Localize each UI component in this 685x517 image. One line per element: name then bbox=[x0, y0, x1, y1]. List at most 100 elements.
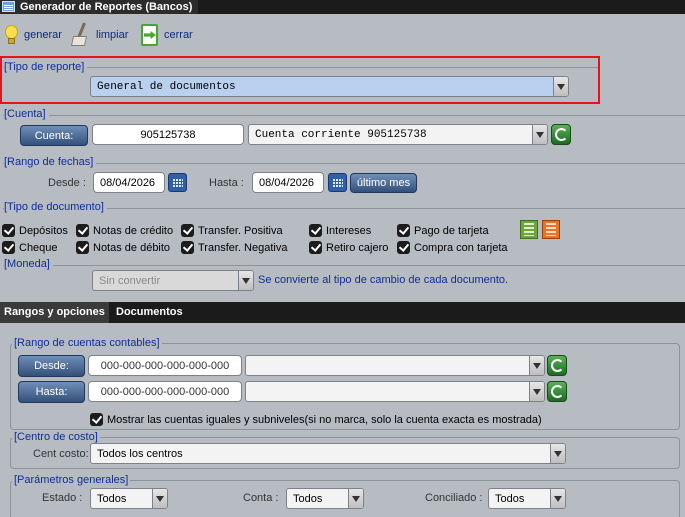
chk-notas-credito[interactable]: Notas de crédito bbox=[76, 224, 173, 237]
rango-cuentas-title: [Rango de cuentas contables] bbox=[12, 337, 162, 349]
chevron-down-icon bbox=[550, 489, 565, 508]
hasta-cuenta-select[interactable] bbox=[245, 381, 545, 402]
fechas-title: [Rango de fechas] bbox=[4, 156, 97, 168]
cuenta-number-input[interactable]: 905125738 bbox=[92, 124, 244, 145]
calendar-icon[interactable] bbox=[168, 173, 187, 192]
moneda-title: [Moneda] bbox=[4, 258, 53, 270]
conciliado-value: Todos bbox=[495, 492, 525, 505]
hasta-fecha-label: Hasta : bbox=[209, 177, 244, 189]
limpiar-label: limpiar bbox=[96, 29, 129, 41]
checkbox-checked-icon bbox=[90, 413, 103, 426]
cerrar-button[interactable]: cerrar bbox=[138, 23, 193, 47]
report-window-icon bbox=[2, 1, 15, 12]
checkbox-checked-icon bbox=[309, 241, 322, 254]
pdf-export-icon[interactable] bbox=[542, 220, 560, 239]
generar-button[interactable]: generar bbox=[0, 23, 62, 47]
chk-label: Retiro cajero bbox=[326, 241, 389, 254]
estado-select[interactable]: Todos bbox=[90, 488, 168, 509]
tipo-reporte-select[interactable]: General de documentos bbox=[90, 76, 569, 97]
desde-fecha-input[interactable]: 08/04/2026 bbox=[93, 172, 165, 193]
tipo-reporte-title: [Tipo de reporte] bbox=[4, 61, 88, 73]
chk-label: Cheque bbox=[19, 241, 58, 254]
centro-costo-value: Todos los centros bbox=[97, 447, 183, 460]
chevron-down-icon bbox=[529, 356, 544, 375]
chevron-down-icon bbox=[152, 489, 167, 508]
desde-cuenta-refresh-button[interactable] bbox=[547, 355, 567, 376]
window-title-tab: Generador de Reportes (Bancos) bbox=[0, 0, 199, 14]
conta-select[interactable]: Todos bbox=[286, 488, 364, 509]
chk-label: Compra con tarjeta bbox=[414, 241, 508, 254]
ultimo-mes-button[interactable]: último mes bbox=[350, 173, 417, 193]
conciliado-label: Conciliado : bbox=[425, 492, 483, 504]
hasta-cuenta-refresh-button[interactable] bbox=[547, 381, 567, 402]
cuenta-select[interactable]: Cuenta corriente 905125738 bbox=[248, 124, 548, 145]
conta-label: Conta : bbox=[243, 492, 279, 504]
tab-rangos-opciones[interactable]: Rangos y opciones bbox=[0, 302, 109, 323]
chk-label: Intereses bbox=[326, 224, 372, 237]
chk-transfer-positiva[interactable]: Transfer. Positiva bbox=[181, 224, 283, 237]
chk-label: Pago de tarjeta bbox=[414, 224, 489, 237]
checkbox-checked-icon bbox=[181, 224, 194, 237]
cuenta-select-value: Cuenta corriente 905125738 bbox=[255, 128, 427, 141]
moneda-select[interactable]: Sin convertir bbox=[92, 270, 254, 291]
tipo-documento-title: [Tipo de documento] bbox=[4, 201, 107, 213]
centro-costo-title: [Centro de costo] bbox=[12, 431, 100, 443]
desde-cuenta-input[interactable]: 000-000-000-000-000-000 bbox=[88, 355, 242, 376]
chevron-down-icon bbox=[348, 489, 363, 508]
cuenta-button[interactable]: Cuenta: bbox=[20, 125, 88, 146]
tab-bar: Rangos y opciones Documentos bbox=[0, 302, 685, 323]
hasta-fecha-input[interactable]: 08/04/2026 bbox=[252, 172, 324, 193]
hasta-cuenta-button[interactable]: Hasta: bbox=[18, 381, 85, 403]
chk-retiro-cajero[interactable]: Retiro cajero bbox=[309, 241, 388, 254]
chk-compra-tarjeta[interactable]: Compra con tarjeta bbox=[397, 241, 508, 254]
chk-label: Transfer. Negativa bbox=[198, 241, 288, 254]
cent-costo-label: Cent costo: bbox=[33, 448, 89, 460]
checkbox-checked-icon bbox=[76, 224, 89, 237]
conciliado-select[interactable]: Todos bbox=[488, 488, 566, 509]
cuenta-refresh-button[interactable] bbox=[551, 124, 571, 145]
chk-label: Mostrar las cuentas iguales y subniveles… bbox=[107, 413, 542, 426]
cerrar-label: cerrar bbox=[164, 29, 193, 41]
chk-mostrar-subniveles[interactable]: Mostrar las cuentas iguales y subniveles… bbox=[90, 413, 542, 426]
centro-costo-select[interactable]: Todos los centros bbox=[90, 443, 566, 464]
chevron-down-icon bbox=[550, 444, 565, 463]
moneda-select-value: Sin convertir bbox=[99, 274, 161, 287]
hasta-cuenta-input[interactable]: 000-000-000-000-000-000 bbox=[88, 381, 242, 402]
chk-label: Depósitos bbox=[19, 224, 68, 237]
desde-fecha-label: Desde : bbox=[48, 177, 86, 189]
chk-transfer-negativa[interactable]: Transfer. Negativa bbox=[181, 241, 287, 254]
toolbar: generar limpiar cerrar bbox=[0, 14, 685, 50]
chevron-down-icon bbox=[238, 271, 253, 290]
tab-documentos[interactable]: Documentos bbox=[112, 302, 187, 323]
conta-value: Todos bbox=[293, 492, 323, 505]
chevron-down-icon bbox=[532, 125, 547, 144]
excel-export-icon[interactable] bbox=[520, 220, 538, 239]
chk-label: Notas de débito bbox=[93, 241, 171, 254]
tipo-reporte-value: General de documentos bbox=[97, 80, 236, 93]
chk-label: Transfer. Positiva bbox=[198, 224, 283, 237]
desde-cuenta-button[interactable]: Desde: bbox=[18, 355, 85, 377]
window-title: Generador de Reportes (Bancos) bbox=[20, 1, 193, 13]
chk-label: Notas de crédito bbox=[93, 224, 174, 237]
cuenta-title: [Cuenta] bbox=[4, 108, 49, 120]
chk-pago-tarjeta[interactable]: Pago de tarjeta bbox=[397, 224, 489, 237]
chevron-down-icon bbox=[553, 77, 568, 96]
exit-document-icon bbox=[138, 23, 162, 47]
chk-cheque[interactable]: Cheque bbox=[2, 241, 58, 254]
moneda-note: Se convierte al tipo de cambio de cada d… bbox=[258, 274, 509, 286]
chk-intereses[interactable]: Intereses bbox=[309, 224, 371, 237]
checkbox-checked-icon bbox=[397, 224, 410, 237]
chk-notas-debito[interactable]: Notas de débito bbox=[76, 241, 170, 254]
tipo-reporte-divider bbox=[3, 67, 598, 68]
cuenta-divider bbox=[3, 115, 685, 116]
checkbox-checked-icon bbox=[181, 241, 194, 254]
generar-label: generar bbox=[24, 29, 62, 41]
estado-value: Todos bbox=[97, 492, 127, 505]
chk-depositos[interactable]: Depósitos bbox=[2, 224, 68, 237]
lightbulb-icon bbox=[0, 23, 22, 47]
limpiar-button[interactable]: limpiar bbox=[70, 22, 129, 47]
desde-cuenta-select[interactable] bbox=[245, 355, 545, 376]
calendar-icon[interactable] bbox=[328, 173, 347, 192]
checkbox-checked-icon bbox=[2, 241, 15, 254]
checkbox-checked-icon bbox=[309, 224, 322, 237]
